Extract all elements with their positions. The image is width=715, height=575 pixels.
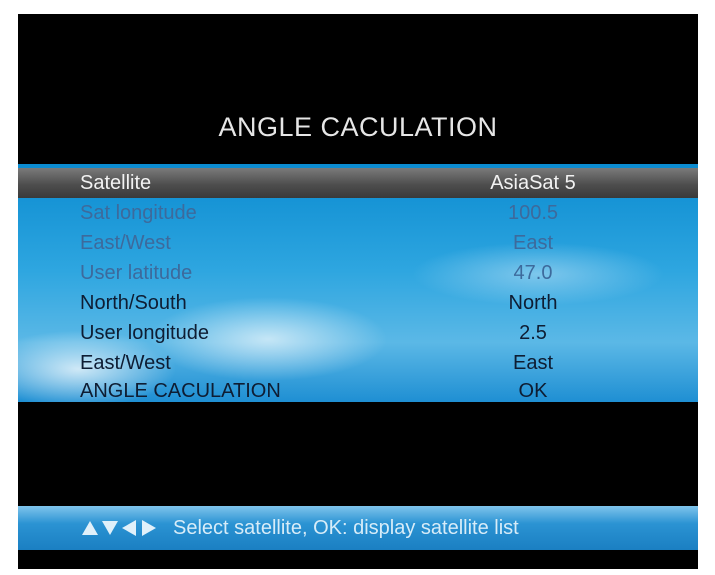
menu-row-label: Satellite	[80, 172, 152, 194]
menu-row-label: ANGLE CACULATION	[80, 380, 281, 402]
menu-row-value: 2.5	[519, 322, 547, 344]
menu-row-label: North/South	[80, 292, 187, 314]
tv-screen: ANGLE CACULATION Satellite AsiaSat 5 Sat…	[18, 14, 698, 569]
right-arrow-icon	[142, 520, 156, 536]
menu-row-value: 47.0	[513, 262, 553, 284]
hint-bar: Select satellite, OK: display satellite …	[18, 506, 698, 550]
menu-row-label: East/West	[80, 352, 171, 374]
up-arrow-icon	[82, 521, 98, 535]
menu-row-value: AsiaSat 5	[490, 172, 576, 194]
navigation-arrows-icon	[80, 518, 166, 538]
down-arrow-icon	[102, 521, 118, 535]
menu-row-satellite[interactable]: Satellite AsiaSat 5	[18, 168, 698, 198]
menu-row-label: East/West	[80, 232, 171, 254]
menu-row-sat-longitude[interactable]: Sat longitude 100.5	[18, 198, 698, 228]
menu-row-value: East	[512, 232, 554, 254]
menu-row-label: User latitude	[80, 262, 193, 284]
menu-row-user-longitude[interactable]: User longitude 2.5	[18, 318, 698, 348]
left-arrow-icon	[122, 520, 136, 536]
hint-text: Select satellite, OK: display satellite …	[173, 517, 519, 539]
menu-row-label: User longitude	[80, 322, 209, 344]
menu-row-value: East	[512, 352, 554, 374]
menu-row-label: Sat longitude	[80, 202, 197, 224]
page-title: ANGLE CACULATION	[218, 112, 498, 142]
menu-row-value: North	[508, 292, 558, 314]
menu-row-angle-calculation[interactable]: ANGLE CACULATION OK	[18, 376, 698, 406]
menu-row-north-south[interactable]: North/South North	[18, 288, 698, 318]
menu-row-value: OK	[518, 380, 548, 402]
menu-row-user-east-west[interactable]: East/West East	[18, 348, 698, 378]
menu-row-user-latitude[interactable]: User latitude 47.0	[18, 258, 698, 288]
menu-row-sat-east-west[interactable]: East/West East	[18, 228, 698, 258]
angle-calculation-menu: Satellite AsiaSat 5 Sat longitude 100.5 …	[18, 164, 698, 402]
menu-row-value: 100.5	[507, 202, 559, 224]
